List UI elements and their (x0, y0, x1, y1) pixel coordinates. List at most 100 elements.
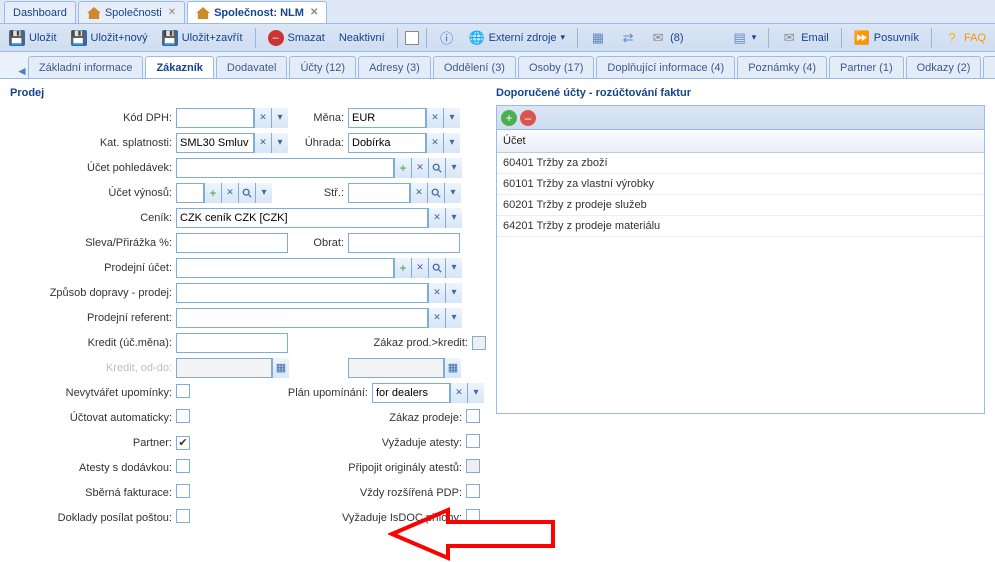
credit-to-field[interactable] (348, 358, 444, 378)
no-sale-checkbox[interactable] (466, 409, 480, 423)
column-header-account[interactable]: Účet (503, 135, 526, 147)
search-icon[interactable] (238, 183, 255, 203)
module-tab-dashboard[interactable]: Dashboard (4, 1, 76, 23)
tab-partner[interactable]: Partner (1) (829, 56, 904, 78)
external-sources-button[interactable]: 🌐 Externí zdroje ▾ (464, 28, 570, 48)
close-icon[interactable]: ✕ (310, 7, 318, 18)
module-tab-company-detail[interactable]: Společnost: NLM ✕ (187, 1, 327, 23)
chevron-down-icon[interactable] (443, 108, 460, 128)
layout-button[interactable]: ▤▾ (727, 28, 762, 48)
close-icon[interactable]: ✕ (168, 7, 176, 18)
clear-icon[interactable] (450, 383, 467, 403)
tab-departments[interactable]: Oddělení (3) (433, 56, 516, 78)
bulk-invoicing-checkbox[interactable] (176, 484, 190, 498)
grid-row[interactable]: 60101 Tržby za vlastní výrobky (497, 174, 984, 195)
calendar-icon[interactable] (444, 358, 461, 378)
faq-button[interactable]: ? FAQ (939, 28, 991, 48)
tab-basic-info[interactable]: Základní informace (28, 56, 144, 78)
chevron-down-icon[interactable] (445, 308, 462, 328)
tab-notes[interactable]: Poznámky (4) (737, 56, 827, 78)
delete-button[interactable]: – Smazat (263, 28, 330, 48)
save-button[interactable]: 💾 Uložit (4, 28, 62, 48)
toolbar-checkbox[interactable] (405, 31, 419, 45)
currency-combo[interactable] (348, 108, 426, 128)
tab-inca[interactable]: Inca (983, 56, 995, 78)
chevron-down-icon[interactable] (445, 158, 462, 178)
save-close-button[interactable]: 💾 Uložit+zavřít (157, 28, 248, 48)
grid-row[interactable]: 60401 Tržby za zboží (497, 153, 984, 174)
tab-customer[interactable]: Zákazník (145, 56, 213, 78)
clear-icon[interactable] (426, 108, 443, 128)
calendar-icon[interactable] (272, 358, 289, 378)
depot-field[interactable] (348, 183, 410, 203)
chevron-down-icon[interactable] (271, 108, 288, 128)
chevron-down-icon[interactable] (445, 283, 462, 303)
email-button[interactable]: ✉ Email (776, 28, 834, 48)
clear-icon[interactable] (411, 258, 428, 278)
clear-icon[interactable] (428, 283, 445, 303)
search-icon[interactable] (428, 258, 445, 278)
clear-icon[interactable] (428, 208, 445, 228)
search-icon[interactable] (428, 158, 445, 178)
grid-row[interactable]: 60201 Tržby z prodeje služeb (497, 195, 984, 216)
partner-checkbox[interactable] (176, 436, 190, 450)
clear-icon[interactable] (411, 158, 428, 178)
chevron-down-icon[interactable] (443, 133, 460, 153)
inactive-toggle[interactable]: Neaktivní (334, 30, 390, 46)
mail-inbox-button[interactable]: ✉ (8) (645, 28, 688, 48)
pricelist-combo[interactable] (176, 208, 428, 228)
tab-links[interactable]: Odkazy (2) (906, 56, 982, 78)
lookup-icon[interactable] (394, 158, 411, 178)
chevron-down-icon[interactable] (271, 133, 288, 153)
save-new-button[interactable]: 💾 Uložit+nový (66, 28, 153, 48)
reminder-plan-combo[interactable] (372, 383, 450, 403)
module-tab-companies[interactable]: Společnosti ✕ (78, 1, 185, 23)
grid-button[interactable]: ▦ (585, 28, 611, 48)
chevron-down-icon[interactable] (445, 208, 462, 228)
search-icon[interactable] (427, 183, 444, 203)
clear-icon[interactable] (254, 133, 271, 153)
ship-mode-combo[interactable] (176, 283, 428, 303)
credit-field[interactable] (176, 333, 288, 353)
auto-accounting-checkbox[interactable] (176, 409, 190, 423)
slider-button[interactable]: ⏩ Posuvník (849, 28, 924, 48)
chevron-down-icon[interactable] (255, 183, 272, 203)
sales-referent-combo[interactable] (176, 308, 428, 328)
clear-icon[interactable] (410, 183, 427, 203)
docs-by-post-checkbox[interactable] (176, 509, 190, 523)
clear-icon[interactable] (254, 108, 271, 128)
tab-addresses[interactable]: Adresy (3) (358, 56, 431, 78)
credit-from-field[interactable] (176, 358, 272, 378)
tab-accounts[interactable]: Účty (12) (289, 56, 356, 78)
due-category-combo[interactable] (176, 133, 254, 153)
chevron-down-icon[interactable] (445, 258, 462, 278)
certs-with-delivery-checkbox[interactable] (176, 459, 190, 473)
chevron-down-icon[interactable] (444, 183, 461, 203)
swap-button[interactable]: ⇄ (615, 28, 641, 48)
clear-icon[interactable] (428, 308, 445, 328)
discount-field[interactable] (176, 233, 288, 253)
require-isdoc-checkbox[interactable] (466, 509, 480, 523)
scroll-left-button[interactable]: ◄ (16, 64, 28, 78)
clear-icon[interactable] (221, 183, 238, 203)
tab-supplier[interactable]: Dodavatel (216, 56, 288, 78)
sales-account-field[interactable] (176, 258, 394, 278)
always-pdp-checkbox[interactable] (466, 484, 480, 498)
lookup-icon[interactable] (204, 183, 221, 203)
turnover-field[interactable] (348, 233, 460, 253)
no-reminders-checkbox[interactable] (176, 384, 190, 398)
clear-icon[interactable] (426, 133, 443, 153)
vat-code-combo[interactable] (176, 108, 254, 128)
add-row-button[interactable]: + (501, 110, 517, 126)
info-button[interactable]: ⓘ (434, 28, 460, 48)
lookup-icon[interactable] (394, 258, 411, 278)
grid-row[interactable]: 64201 Tržby z prodeje materiálu (497, 216, 984, 237)
remove-row-button[interactable]: – (520, 110, 536, 126)
tab-persons[interactable]: Osoby (17) (518, 56, 594, 78)
require-certs-checkbox[interactable] (466, 434, 480, 448)
tab-extra-info[interactable]: Doplňující informace (4) (596, 56, 735, 78)
revenue-account-field[interactable] (176, 183, 204, 203)
chevron-down-icon[interactable] (467, 383, 484, 403)
payment-combo[interactable] (348, 133, 426, 153)
receivables-account-field[interactable] (176, 158, 394, 178)
